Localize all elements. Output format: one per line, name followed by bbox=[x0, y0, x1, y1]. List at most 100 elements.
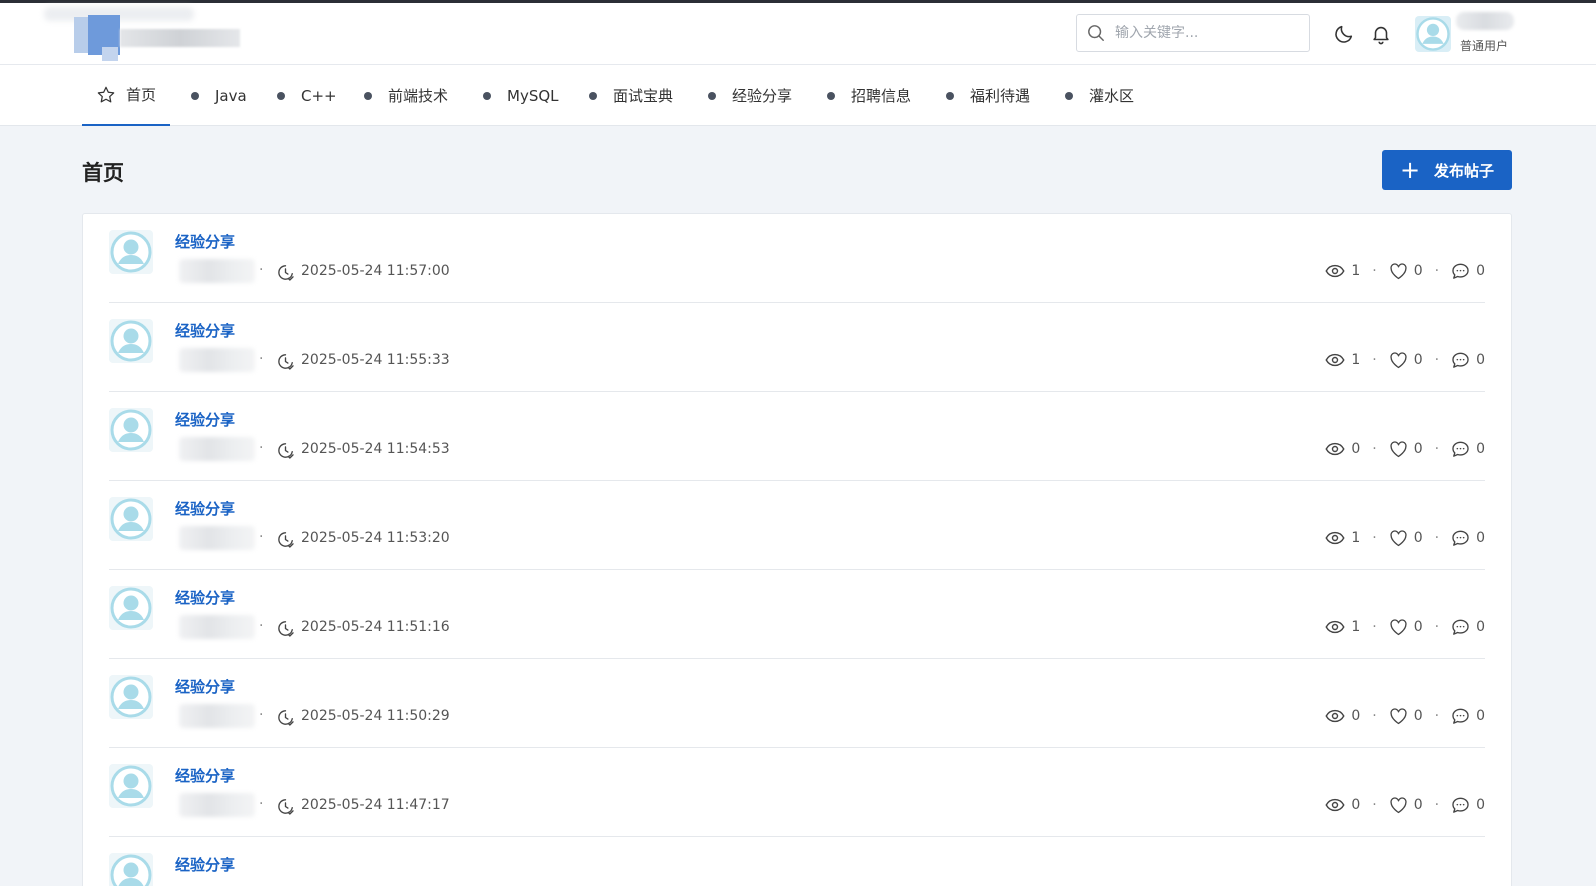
likes-stat[interactable]: 0 bbox=[1389, 440, 1423, 458]
comments-count: 0 bbox=[1476, 708, 1485, 724]
views-count: 0 bbox=[1351, 708, 1361, 724]
views-count: 1 bbox=[1351, 530, 1361, 546]
list-item[interactable]: 经验分享 · 2025-05-24 11:55:33 1 · 0 · 0 bbox=[109, 303, 1485, 392]
post-author[interactable] bbox=[179, 793, 255, 817]
comments-stat[interactable]: 0 bbox=[1451, 440, 1485, 458]
list-item[interactable]: 经验分享 · 2025-05-24 11:53:20 1 · 0 · 0 bbox=[109, 481, 1485, 570]
nav-label: 前端技术 bbox=[388, 87, 449, 105]
post-author[interactable] bbox=[179, 526, 255, 550]
views-count: 1 bbox=[1351, 352, 1361, 368]
nav-item-jobs[interactable]: 招聘信息 bbox=[827, 65, 911, 126]
post-category[interactable]: 经验分享 bbox=[175, 765, 235, 786]
post-category[interactable]: 经验分享 bbox=[175, 854, 235, 875]
comments-stat[interactable]: 0 bbox=[1451, 707, 1485, 725]
comments-stat[interactable]: 0 bbox=[1451, 796, 1485, 814]
avatar[interactable] bbox=[109, 319, 153, 363]
comments-stat[interactable]: 0 bbox=[1451, 262, 1485, 280]
post-stats: 1 · 0 · 0 bbox=[1325, 351, 1485, 369]
list-item[interactable]: 经验分享 · 2025-05-24 11:50:29 0 · 0 · 0 bbox=[109, 659, 1485, 748]
comments-count: 0 bbox=[1476, 263, 1485, 279]
separator-dot: · bbox=[259, 351, 264, 367]
avatar[interactable] bbox=[109, 230, 153, 274]
likes-stat[interactable]: 0 bbox=[1389, 262, 1423, 280]
likes-stat[interactable]: 0 bbox=[1389, 618, 1423, 636]
separator-dot: · bbox=[1434, 352, 1440, 368]
nav-item-frontend[interactable]: 前端技术 bbox=[364, 65, 448, 126]
likes-stat[interactable]: 0 bbox=[1389, 529, 1423, 547]
avatar[interactable] bbox=[109, 853, 153, 886]
post-author[interactable] bbox=[179, 348, 255, 372]
user-icon bbox=[110, 231, 152, 273]
user-role: 普通用户 bbox=[1460, 39, 1509, 53]
nav-item-cpp[interactable]: C++ bbox=[277, 65, 337, 126]
clock-icon bbox=[278, 354, 294, 370]
avatar[interactable] bbox=[109, 408, 153, 452]
avatar[interactable] bbox=[109, 497, 153, 541]
post-author[interactable] bbox=[179, 615, 255, 639]
avatar[interactable] bbox=[109, 586, 153, 630]
star-icon bbox=[97, 86, 115, 102]
likes-stat[interactable]: 0 bbox=[1389, 351, 1423, 369]
post-author[interactable] bbox=[179, 704, 255, 728]
publish-post-button[interactable]: + 发布帖子 bbox=[1382, 150, 1512, 190]
nav-item-home[interactable]: 首页 bbox=[82, 65, 171, 126]
list-item[interactable]: 经验分享 · 2025-05-24 11:47:17 0 · 0 · 0 bbox=[109, 748, 1485, 837]
likes-count: 0 bbox=[1413, 530, 1423, 546]
top-header: 普通用户 bbox=[0, 3, 1596, 65]
search-icon bbox=[1088, 25, 1104, 41]
post-author[interactable] bbox=[179, 259, 255, 283]
post-category[interactable]: 经验分享 bbox=[175, 587, 235, 608]
user-avatar[interactable] bbox=[1415, 16, 1451, 52]
post-category[interactable]: 经验分享 bbox=[175, 409, 235, 430]
separator-dot: · bbox=[1372, 263, 1377, 279]
likes-count: 0 bbox=[1413, 619, 1423, 635]
list-item[interactable]: 经验分享 · 2025-05-24 11:57:00 1 · 0 · 0 bbox=[109, 214, 1485, 303]
nav-item-benefits[interactable]: 福利待遇 bbox=[946, 65, 1030, 126]
list-item[interactable]: 经验分享 · 2025-05-24 11:54:53 0 · 0 · 0 bbox=[109, 392, 1485, 481]
separator-dot: · bbox=[1434, 441, 1440, 457]
likes-stat[interactable]: 0 bbox=[1389, 707, 1423, 725]
post-category[interactable]: 经验分享 bbox=[175, 320, 235, 341]
separator-dot: · bbox=[1372, 797, 1377, 813]
user-icon bbox=[110, 587, 152, 629]
clock-icon bbox=[278, 710, 294, 726]
search-box[interactable] bbox=[1076, 14, 1310, 52]
avatar[interactable] bbox=[109, 764, 153, 808]
likes-count: 0 bbox=[1413, 441, 1423, 457]
eye-icon bbox=[1325, 531, 1345, 545]
comments-stat[interactable]: 0 bbox=[1451, 529, 1485, 547]
list-item[interactable]: 经验分享 · 2025-05-24 11:51:16 1 · 0 · 0 bbox=[109, 570, 1485, 659]
post-time: 2025-05-24 11:47:17 bbox=[301, 797, 450, 813]
views-stat: 0 bbox=[1325, 708, 1360, 724]
moon-icon[interactable] bbox=[1333, 23, 1355, 45]
user-icon bbox=[110, 409, 152, 451]
post-category[interactable]: 经验分享 bbox=[175, 498, 235, 519]
nav-item-java[interactable]: Java bbox=[191, 65, 247, 126]
separator-dot: · bbox=[1434, 530, 1440, 546]
nav-item-mysql[interactable]: MySQL bbox=[483, 65, 559, 126]
search-input[interactable] bbox=[1115, 25, 1295, 41]
comments-stat[interactable]: 0 bbox=[1451, 618, 1485, 636]
list-item[interactable]: 经验分享 bbox=[109, 837, 1485, 886]
nav-label: 福利待遇 bbox=[970, 87, 1031, 105]
post-category[interactable]: 经验分享 bbox=[175, 676, 235, 697]
post-time: 2025-05-24 11:57:00 bbox=[301, 263, 450, 279]
comments-stat[interactable]: 0 bbox=[1451, 351, 1485, 369]
site-logo[interactable] bbox=[44, 7, 240, 61]
nav-item-experience[interactable]: 经验分享 bbox=[708, 65, 792, 126]
nav-item-interview[interactable]: 面试宝典 bbox=[589, 65, 673, 126]
bell-icon[interactable] bbox=[1370, 23, 1392, 45]
post-stats: 1 · 0 · 0 bbox=[1325, 529, 1485, 547]
avatar[interactable] bbox=[109, 675, 153, 719]
user-name[interactable] bbox=[1456, 12, 1514, 30]
comments-count: 0 bbox=[1476, 441, 1485, 457]
post-author[interactable] bbox=[179, 437, 255, 461]
heart-icon bbox=[1390, 440, 1407, 457]
plus-icon: + bbox=[1399, 156, 1421, 184]
nav-item-chat[interactable]: 灌水区 bbox=[1065, 65, 1134, 126]
post-category[interactable]: 经验分享 bbox=[175, 231, 235, 252]
post-list: 经验分享 · 2025-05-24 11:57:00 1 · 0 · 0 经验分… bbox=[82, 213, 1512, 886]
comments-count: 0 bbox=[1476, 619, 1485, 635]
likes-stat[interactable]: 0 bbox=[1389, 796, 1423, 814]
post-stats: 0 · 0 · 0 bbox=[1325, 440, 1485, 458]
